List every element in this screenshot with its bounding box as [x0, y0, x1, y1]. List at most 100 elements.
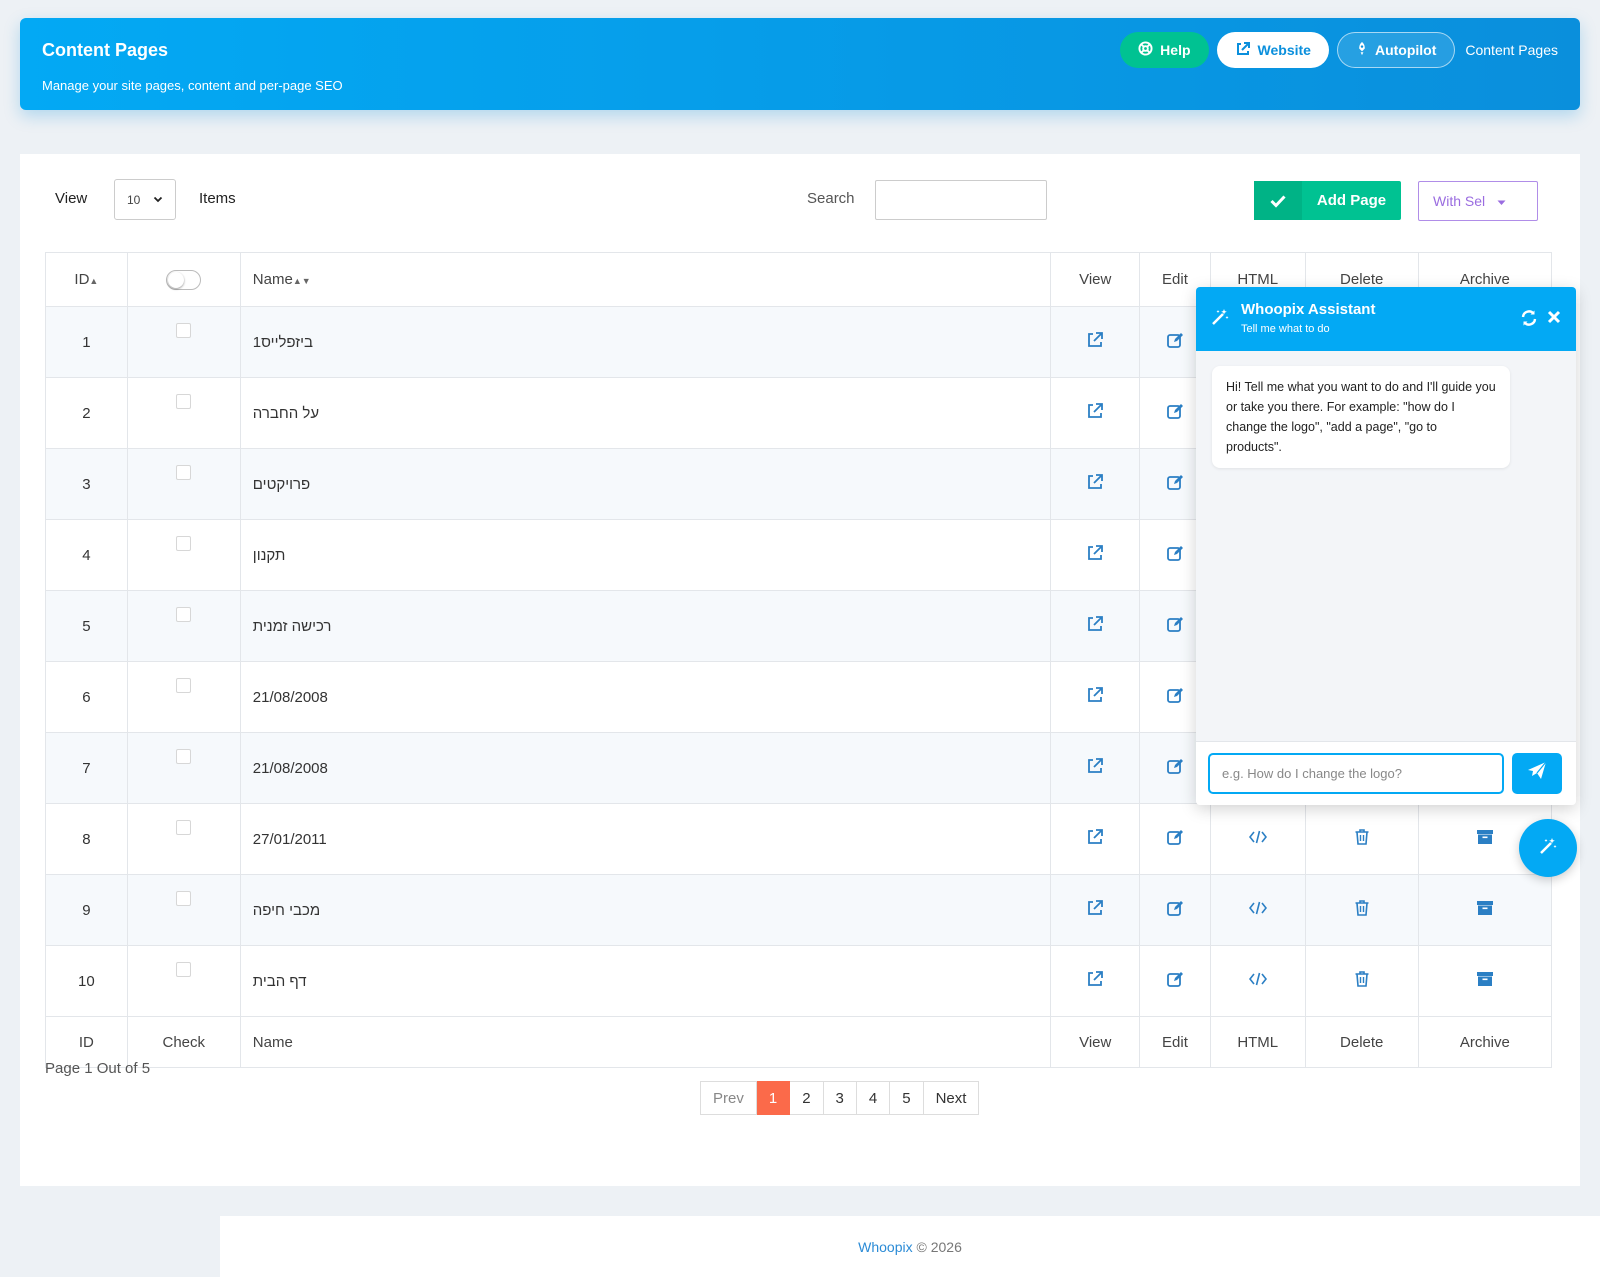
archive-cell: [1417, 874, 1553, 946]
search-input[interactable]: [875, 180, 1047, 220]
close-icon[interactable]: [1546, 309, 1562, 332]
edit-icon[interactable]: [1166, 544, 1184, 566]
page-button-3[interactable]: 3: [823, 1081, 857, 1115]
autopilot-button[interactable]: Autopilot: [1336, 32, 1456, 68]
with-selected-dropdown[interactable]: With Sel: [1418, 181, 1538, 221]
view-cell: [1050, 803, 1141, 875]
page-header: Content Pages Manage your site pages, co…: [20, 18, 1580, 110]
row-checkbox-cell: [126, 448, 241, 520]
items-label: Items: [199, 190, 236, 207]
edit-icon[interactable]: [1166, 828, 1184, 850]
edit-icon[interactable]: [1166, 899, 1184, 921]
help-button[interactable]: Help: [1120, 32, 1209, 68]
view-external-link-icon[interactable]: [1086, 686, 1104, 708]
view-cell: [1050, 945, 1141, 1017]
page-button-1[interactable]: 1: [756, 1081, 791, 1115]
assistant-input[interactable]: e.g. How do I change the logo?: [1208, 753, 1504, 794]
add-page-button[interactable]: Add Page: [1254, 181, 1401, 220]
page-button-4[interactable]: 4: [856, 1081, 891, 1115]
external-link-icon: [1235, 41, 1251, 60]
view-external-link-icon[interactable]: [1086, 544, 1104, 566]
view-external-link-icon[interactable]: [1086, 331, 1104, 353]
view-external-link-icon[interactable]: [1086, 828, 1104, 850]
trash-icon[interactable]: [1353, 899, 1371, 921]
view-external-link-icon[interactable]: [1086, 615, 1104, 637]
edit-cell: [1139, 945, 1211, 1017]
assistant-input-bar: e.g. How do I change the logo?: [1196, 741, 1576, 805]
archive-icon[interactable]: [1476, 828, 1494, 850]
row-checkbox[interactable]: [176, 961, 192, 977]
page-button-2[interactable]: 2: [790, 1081, 824, 1115]
view-cell: [1050, 377, 1141, 449]
view-cell: [1050, 874, 1141, 946]
row-checkbox[interactable]: [176, 890, 192, 906]
edit-icon[interactable]: [1166, 615, 1184, 637]
edit-icon[interactable]: [1166, 473, 1184, 495]
website-button[interactable]: Website: [1216, 32, 1329, 68]
help-button-label: Help: [1160, 42, 1191, 58]
edit-icon[interactable]: [1166, 686, 1184, 708]
html-cell: [1209, 803, 1306, 875]
archive-icon[interactable]: [1476, 970, 1494, 992]
toggle-switch[interactable]: [166, 269, 202, 290]
code-icon[interactable]: [1248, 970, 1267, 992]
view-external-link-icon[interactable]: [1086, 402, 1104, 424]
row-id: 6: [45, 661, 128, 733]
edit-icon[interactable]: [1166, 970, 1184, 992]
column-header-name[interactable]: Name▲▼: [239, 252, 1052, 307]
row-id: 8: [45, 803, 128, 875]
row-checkbox-cell: [126, 519, 241, 591]
column-header-id[interactable]: ID▲: [45, 252, 128, 307]
sort-up-icon: ▲: [89, 276, 99, 286]
assistant-launcher-button[interactable]: [1519, 819, 1577, 877]
view-label: View: [55, 190, 88, 207]
html-cell: [1209, 874, 1306, 946]
column-header-view: View: [1050, 252, 1141, 307]
code-icon[interactable]: [1248, 899, 1267, 921]
row-checkbox-cell: [126, 874, 241, 946]
trash-icon[interactable]: [1353, 970, 1371, 992]
view-external-link-icon[interactable]: [1086, 899, 1104, 921]
page-title: Content Pages: [42, 40, 169, 60]
row-checkbox[interactable]: [176, 606, 192, 622]
row-checkbox[interactable]: [176, 535, 192, 551]
row-checkbox[interactable]: [176, 393, 192, 409]
edit-icon[interactable]: [1166, 757, 1184, 779]
breadcrumb[interactable]: Content Pages: [1465, 42, 1558, 58]
refresh-icon[interactable]: [1520, 309, 1538, 332]
view-external-link-icon[interactable]: [1086, 757, 1104, 779]
trash-icon[interactable]: [1353, 828, 1371, 850]
with-selected-label: With Sel: [1433, 193, 1486, 209]
row-checkbox[interactable]: [176, 748, 192, 764]
prev-page-button[interactable]: Prev: [700, 1081, 757, 1115]
next-page-button[interactable]: Next: [923, 1081, 980, 1115]
send-button[interactable]: [1512, 753, 1562, 794]
select-all-toggle[interactable]: [126, 252, 241, 307]
edit-icon[interactable]: [1166, 331, 1184, 353]
row-id: 9: [45, 874, 128, 946]
page-button-5[interactable]: 5: [890, 1081, 924, 1115]
archive-icon[interactable]: [1476, 899, 1494, 921]
footer-header-delete: Delete: [1304, 1016, 1419, 1068]
caret-down-icon: [1497, 193, 1506, 209]
edit-icon[interactable]: [1166, 402, 1184, 424]
row-name: 21/08/2008: [239, 732, 1052, 804]
row-checkbox[interactable]: [176, 322, 192, 338]
view-cell: [1050, 306, 1141, 378]
row-checkbox[interactable]: [176, 677, 192, 693]
view-external-link-icon[interactable]: [1086, 970, 1104, 992]
lifebuoy-icon: [1138, 41, 1153, 59]
magic-wand-icon: [1210, 307, 1230, 332]
html-cell: [1209, 945, 1306, 1017]
code-icon[interactable]: [1248, 828, 1267, 850]
view-external-link-icon[interactable]: [1086, 473, 1104, 495]
row-name: תקנון: [239, 519, 1052, 591]
row-checkbox[interactable]: [176, 819, 192, 835]
archive-cell: [1417, 945, 1553, 1017]
footer-brand-link[interactable]: Whoopix: [858, 1239, 912, 1255]
row-name: רכישה זמנית: [239, 590, 1052, 662]
row-name: על החברה: [239, 377, 1052, 449]
row-checkbox[interactable]: [176, 464, 192, 480]
items-per-page-select[interactable]: 10: [114, 179, 176, 220]
row-name: 21/08/2008: [239, 661, 1052, 733]
